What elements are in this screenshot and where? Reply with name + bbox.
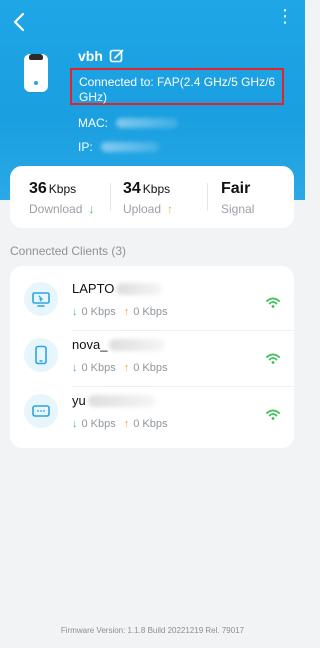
connected-to-text: Connected to: FAP(2.4 GHz/5 GHz/6 GHz): [70, 68, 284, 105]
client-name: LAPTO: [72, 281, 163, 296]
client-download: 0 Kbps: [81, 306, 116, 318]
signal-label: Signal: [221, 202, 255, 216]
download-label: Download: [29, 202, 83, 216]
edit-icon[interactable]: [109, 48, 125, 64]
stat-divider: [110, 183, 111, 211]
download-arrow-icon: ↓: [88, 202, 95, 216]
download-arrow-icon: ↓: [72, 362, 78, 374]
ip-value-redacted: [100, 142, 159, 152]
clients-card: LAPTO ↓ 0 Kbps ↑ 0 Kbps nova_ ↓ 0 Kbps ↑ 0 K…: [10, 266, 294, 448]
client-row[interactable]: yu ↓ 0 Kbps ↑ 0 Kbps: [10, 386, 294, 442]
back-icon[interactable]: [10, 12, 28, 32]
client-name-redacted: [109, 338, 166, 351]
client-speeds: ↓ 0 Kbps ↑ 0 Kbps: [72, 306, 168, 318]
device-name: vbh: [78, 48, 103, 64]
router-device-icon: [24, 54, 48, 92]
upload-arrow-icon: ↑: [167, 202, 174, 216]
download-stat: 36 Kbps Download ↓: [29, 180, 94, 216]
client-row[interactable]: LAPTO ↓ 0 Kbps ↑ 0 Kbps: [10, 274, 294, 330]
mac-label: MAC:: [78, 116, 108, 130]
client-name: yu: [72, 393, 156, 408]
connected-clients-title: Connected Clients (3): [10, 244, 127, 258]
stats-card: 36 Kbps Download ↓ 34 Kbps Upload ↑ Fair Sig…: [10, 166, 294, 228]
mac-value-redacted: [116, 118, 178, 128]
client-speeds: ↓ 0 Kbps ↑ 0 Kbps: [72, 418, 168, 430]
client-name: nova_: [72, 337, 166, 352]
ip-label: IP:: [78, 140, 93, 154]
wifi-signal-icon: [266, 297, 280, 308]
client-name-text: LAPTO: [72, 281, 115, 296]
client-speeds: ↓ 0 Kbps ↑ 0 Kbps: [72, 362, 168, 374]
client-name-text: yu: [72, 393, 86, 408]
more-menu-icon[interactable]: ⋮: [276, 6, 295, 27]
client-upload: 0 Kbps: [133, 418, 168, 430]
client-name-text: nova_: [72, 337, 108, 352]
upload-arrow-icon: ↑: [123, 418, 130, 430]
client-name-redacted: [87, 394, 156, 407]
phone-icon: [24, 338, 58, 372]
client-name-redacted: [116, 282, 163, 295]
device-icon: [24, 394, 58, 428]
download-arrow-icon: ↓: [72, 306, 78, 318]
client-row[interactable]: nova_ ↓ 0 Kbps ↑ 0 Kbps: [10, 330, 294, 386]
client-upload: 0 Kbps: [133, 362, 168, 374]
wifi-signal-icon: [266, 353, 280, 364]
download-arrow-icon: ↓: [72, 418, 78, 430]
upload-value: 34: [123, 180, 141, 197]
mac-row: MAC:: [78, 116, 178, 130]
firmware-version: Firmware Version: 1.1.8 Build 20221219 R…: [60, 626, 245, 635]
signal-value: Fair: [221, 180, 251, 197]
signal-stat: Fair Signal: [221, 180, 254, 216]
upload-arrow-icon: ↑: [123, 306, 130, 318]
device-name-row: vbh: [78, 48, 125, 64]
download-value: 36: [29, 180, 47, 197]
client-download: 0 Kbps: [81, 362, 116, 374]
wifi-signal-icon: [266, 409, 280, 420]
upload-arrow-icon: ↑: [123, 362, 130, 374]
download-unit: Kbps: [48, 182, 77, 196]
ip-row: IP:: [78, 140, 159, 154]
upload-stat: 34 Kbps Upload ↑: [123, 180, 173, 216]
upload-unit: Kbps: [142, 182, 171, 196]
client-upload: 0 Kbps: [133, 306, 168, 318]
laptop-icon: [24, 282, 58, 316]
stat-divider: [207, 183, 208, 211]
client-download: 0 Kbps: [81, 418, 116, 430]
upload-label: Upload: [123, 202, 162, 216]
